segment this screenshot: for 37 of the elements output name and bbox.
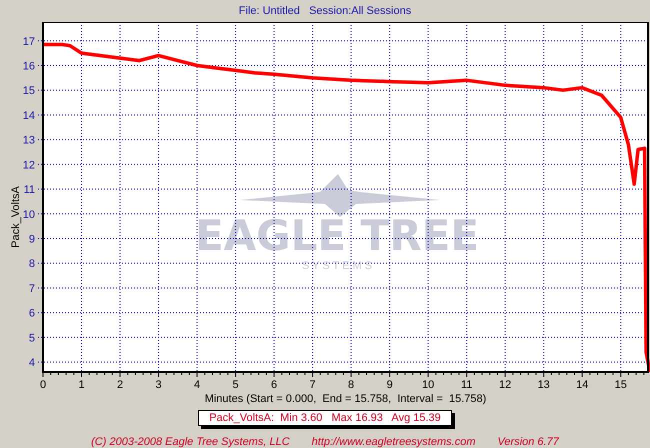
x-tick-label: 14 [576, 379, 588, 391]
y-tick-label: 10 [22, 208, 35, 221]
x-tick-label: 8 [348, 379, 354, 391]
y-tick-label: 15 [22, 85, 35, 98]
x-tick-label: 10 [422, 379, 434, 391]
x-tick-label: 1 [78, 379, 85, 391]
x-tick-label: 5 [232, 379, 239, 391]
x-tick-label: 12 [499, 379, 512, 391]
y-tick-label: 11 [24, 184, 35, 196]
y-tick-label: 4 [28, 357, 35, 370]
y-tick-label: 16 [22, 60, 35, 72]
y-tick-label: 14 [22, 110, 35, 122]
x-tick-label: 6 [271, 379, 278, 391]
y-tick-label: 6 [28, 308, 35, 320]
footer-text: Version 6.77 [497, 436, 559, 448]
x-tick-label: 4 [194, 379, 200, 391]
x-tick-label: 0 [40, 379, 46, 391]
x-tick-label: 2 [116, 379, 124, 391]
y-axis-label: Pack_VoltsA [10, 186, 22, 248]
x-tick-label: 3 [155, 379, 162, 391]
footer-text: (C) 2003-2008 Eagle Tree Systems, LLC [91, 436, 290, 448]
y-tick-label: 13 [22, 134, 35, 147]
y-tick-label: 17 [22, 36, 35, 48]
y-tick-label: 8 [28, 258, 35, 270]
legend-label: Pack_VoltsA: Min 3.60 Max 16.93 Avg 15.39 [198, 410, 452, 426]
y-tick-label: 12 [22, 159, 35, 172]
x-tick-label: 11 [460, 379, 472, 391]
x-axis-label: Minutes (Start = 0.000, End = 15.758, Interval = 15.758) [204, 393, 486, 405]
x-tick-label: 7 [310, 379, 316, 391]
y-tick-label: 7 [28, 282, 35, 295]
y-tick-label: 9 [28, 234, 35, 246]
x-tick-label: 13 [538, 379, 550, 391]
y-tick-label: 5 [28, 332, 35, 344]
chart-title: File: Untitled Session:All Sessions [238, 4, 412, 19]
footer-text: http://www.eagletreesystems.com [312, 436, 476, 448]
x-tick-label: 15 [614, 379, 627, 391]
x-tick-label: 9 [386, 379, 393, 391]
